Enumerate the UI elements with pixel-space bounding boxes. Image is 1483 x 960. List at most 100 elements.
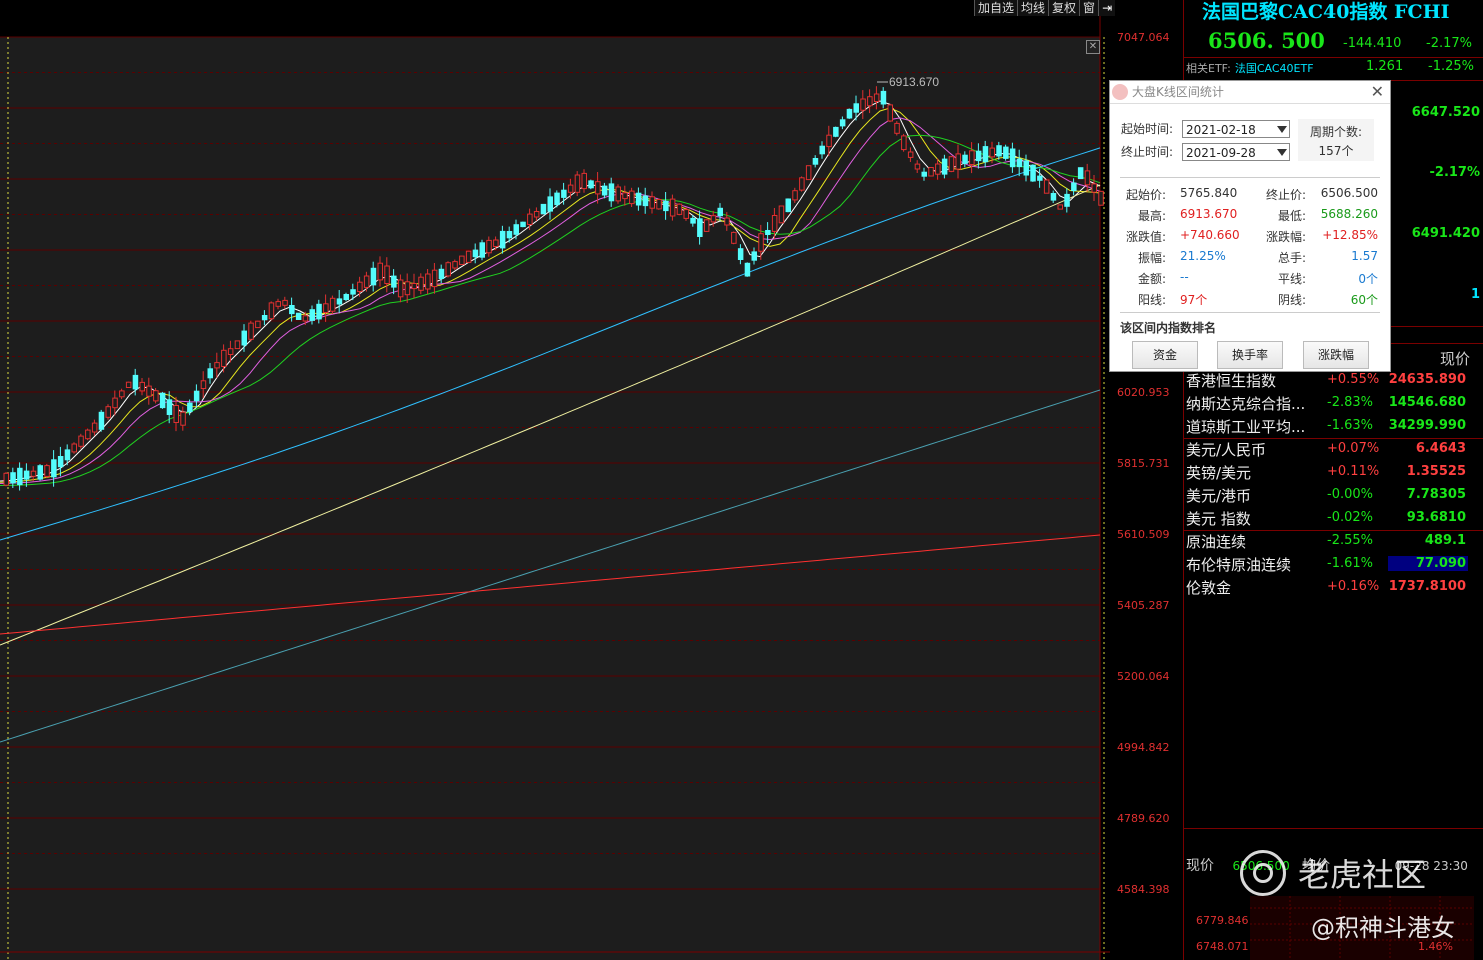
window-button[interactable]: 窗 (1079, 0, 1099, 16)
chevron-down-icon (1277, 126, 1287, 133)
author-handle: @积神斗港女 (1311, 914, 1455, 942)
end-date-value: 2021-09-28 (1186, 146, 1256, 160)
market-price: 77.090 (1388, 556, 1468, 571)
chevron-down-icon (1277, 149, 1287, 156)
index-title: 法国巴黎CAC40指数 FCHI (1202, 1, 1450, 23)
chart-close-icon[interactable]: ✕ (1086, 40, 1100, 54)
market-name: 纳斯达克综合指... (1186, 395, 1306, 413)
stat-label: 最低: (1277, 209, 1306, 223)
y-tick: 5815.731 (1117, 457, 1170, 470)
range-stats-dialog: 大盘K线区间统计 ✕ 起始时间: 2021-02-18 终止时间: 2021-0… (1109, 80, 1391, 372)
market-row[interactable]: 伦敦金 +0.16% 1737.8100 (1184, 577, 1483, 600)
market-pct: +0.16% (1327, 579, 1380, 594)
period-count-box: 周期个数: 157个 (1298, 119, 1374, 161)
market-row[interactable]: 美元/人民币 +0.07% 6.4643 (1184, 439, 1483, 462)
market-pct: -2.55% (1327, 533, 1373, 548)
stat-value: 97个 (1180, 293, 1208, 307)
stat-value: 0个 (1358, 272, 1378, 286)
market-row[interactable]: 原油连续 -2.55% 489.1 (1184, 531, 1483, 554)
adjust-button[interactable]: 复权 (1048, 0, 1080, 16)
y-tick: 5200.064 (1117, 670, 1170, 683)
high-value: 6647.520 (1411, 105, 1480, 120)
stat-label: 阴线: (1277, 293, 1306, 307)
market-row[interactable]: 道琼斯工业平均... -1.63% 34299.990 (1184, 416, 1483, 439)
chart-toolbar: 加自选 均线 复权 窗 ⇥ (974, 0, 1116, 16)
start-time-label: 起始时间: (1121, 122, 1174, 136)
related-etf-row[interactable]: 相关ETF: 法国CAC40ETF 1.261 -1.25% (1186, 59, 1482, 76)
stat-value: 5688.260 (1320, 207, 1378, 221)
end-time-label: 终止时间: (1121, 145, 1174, 159)
stat-value: +12.85% (1322, 228, 1378, 242)
close-icon[interactable]: ✕ (1371, 81, 1384, 103)
stat-label: 阳线: (1137, 293, 1166, 307)
dialog-title: 大盘K线区间统计 (1132, 85, 1224, 99)
index-change: -144.410 (1343, 36, 1402, 51)
market-price: 7.78305 (1406, 487, 1466, 502)
rank-change-button[interactable]: 涨跌幅 (1303, 341, 1369, 369)
market-pct: +0.07% (1327, 441, 1380, 456)
market-pct: -1.63% (1327, 418, 1373, 433)
app-icon (1112, 84, 1128, 100)
y-tick: 5405.287 (1117, 599, 1170, 612)
volume-value: 1 (1470, 287, 1480, 302)
low-value: 6491.420 (1411, 226, 1480, 241)
market-row[interactable]: 英镑/美元 +0.11% 1.35525 (1184, 462, 1483, 485)
stat-value: +740.660 (1180, 228, 1240, 242)
stat-label: 金额: (1137, 272, 1166, 286)
price-column-header[interactable]: 现价 (1440, 348, 1470, 369)
stat-label: 振幅: (1137, 251, 1166, 265)
dialog-titlebar[interactable]: 大盘K线区间统计 ✕ (1110, 81, 1390, 104)
stat-label: 最高: (1137, 209, 1166, 223)
stat-value: -- (1180, 270, 1189, 284)
stat-value: 6913.670 (1180, 207, 1238, 221)
y-tick: 7047.064 (1117, 31, 1170, 44)
market-row[interactable]: 美元/港币 -0.00% 7.78305 (1184, 485, 1483, 508)
add-watchlist-button[interactable]: 加自选 (974, 0, 1018, 16)
stat-label: 涨跌值: (1125, 230, 1166, 244)
expand-icon[interactable]: ⇥ (1098, 0, 1116, 16)
market-name: 伦敦金 (1186, 579, 1232, 597)
market-pct: -2.83% (1327, 395, 1373, 410)
pct-value: -2.17% (1429, 165, 1481, 180)
market-price: 489.1 (1424, 533, 1466, 548)
etf-price: 1.261 (1366, 59, 1404, 74)
market-price: 1737.8100 (1388, 579, 1466, 594)
stat-label: 涨跌幅: (1265, 230, 1306, 244)
market-row[interactable]: 香港恒生指数 +0.55% 24635.890 (1184, 370, 1483, 393)
market-row[interactable]: 美元 指数 -0.02% 93.6810 (1184, 508, 1483, 531)
market-pct: -1.61% (1327, 556, 1373, 571)
market-name: 布伦特原油连续 (1186, 556, 1292, 574)
market-pct: -0.02% (1327, 510, 1373, 525)
market-name: 英镑/美元 (1186, 464, 1252, 482)
start-date-select[interactable]: 2021-02-18 (1182, 120, 1290, 138)
rank-section-title: 该区间内指数排名 (1120, 321, 1217, 335)
y-tick: 4789.620 (1117, 812, 1170, 825)
market-pct: +0.55% (1327, 372, 1380, 387)
etf-label: 相关ETF: (1186, 62, 1231, 75)
etf-pct: -1.25% (1428, 59, 1474, 74)
stat-value: 60个 (1350, 293, 1378, 307)
ma-button[interactable]: 均线 (1017, 0, 1049, 16)
market-name: 美元 指数 (1186, 510, 1251, 528)
period-label: 周期个数: (1309, 125, 1363, 139)
market-price: 1.35525 (1406, 464, 1466, 479)
stat-label: 起始价: (1125, 188, 1166, 202)
market-pct: +0.11% (1327, 464, 1380, 479)
y-tick: 4584.398 (1117, 883, 1170, 896)
index-price: 6506. 500 (1208, 28, 1325, 53)
rank-fund-button[interactable]: 资金 (1132, 341, 1198, 369)
market-row[interactable]: 纳斯达克综合指... -2.83% 14546.680 (1184, 393, 1483, 416)
stats-table: 起始价: 5765.840 终止价: 6506.500 最高: 6913.670 最低: 56… (1120, 177, 1380, 313)
market-name: 美元/港币 (1186, 487, 1252, 505)
etf-name[interactable]: 法国CAC40ETF (1235, 62, 1314, 75)
rank-turnover-button[interactable]: 换手率 (1217, 341, 1283, 369)
market-name: 原油连续 (1186, 533, 1247, 551)
market-name: 美元/人民币 (1186, 441, 1267, 459)
y-tick: 6020.953 (1117, 386, 1170, 399)
brand-name: 老虎社区 (1298, 856, 1427, 894)
stat-value: 21.25% (1180, 249, 1226, 263)
end-date-select[interactable]: 2021-09-28 (1182, 143, 1290, 161)
market-row[interactable]: 布伦特原油连续 -1.61% 77.090 (1184, 554, 1483, 577)
market-name: 香港恒生指数 (1186, 372, 1277, 390)
start-date-value: 2021-02-18 (1186, 123, 1256, 137)
